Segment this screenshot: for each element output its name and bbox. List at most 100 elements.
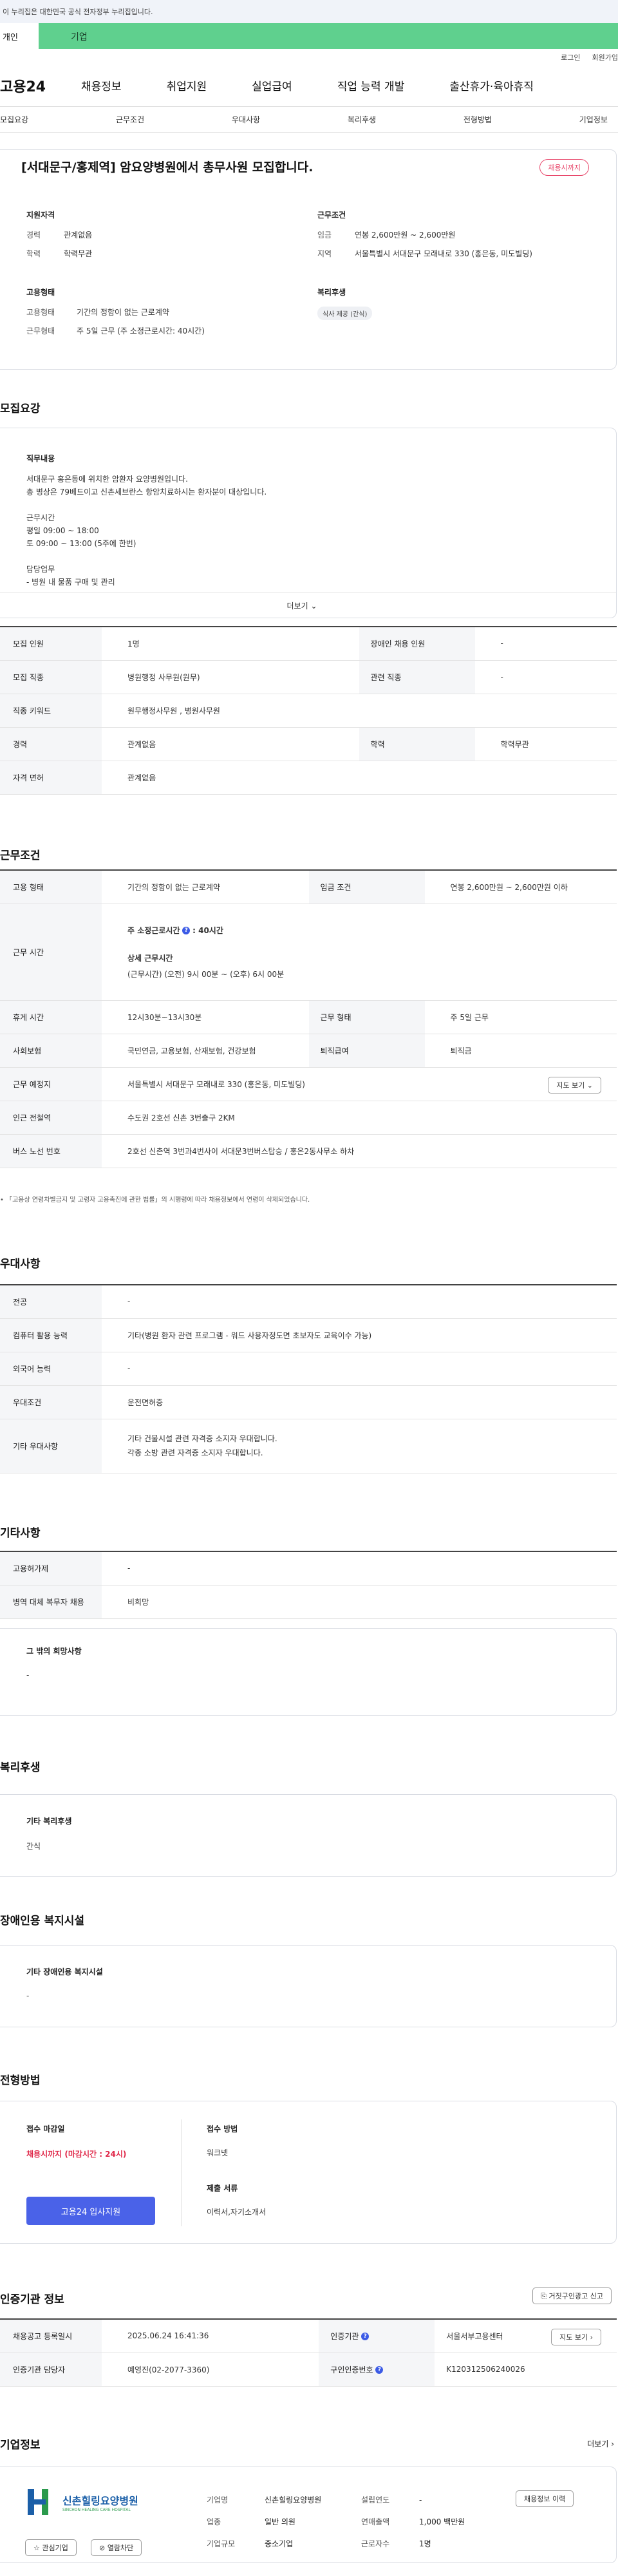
docs-value: 이력서,자기소개서	[207, 2208, 267, 2217]
cond-employment-type-value: 기간의 정함이 없는 근로계약	[102, 870, 309, 904]
gnb-item-skills[interactable]: 직업 능력 개발	[337, 77, 405, 93]
recruit-info-table: 모집 인원 1명 장애인 채용 인원 - 모집 직종 병원행정 사무원(원무) 관련 …	[0, 626, 617, 795]
star-icon: ☆	[33, 2544, 40, 2552]
report-button[interactable]: ⎘ 거짓구인광고 신고	[532, 2287, 612, 2304]
disabled-headcount-value: -	[474, 627, 617, 661]
welfare-label: 기타 복리후생	[26, 1817, 72, 1826]
info-icon[interactable]: ?	[182, 927, 191, 934]
preference-section-title: 우대사항	[0, 1258, 41, 1271]
favorite-label: 관심기업	[42, 2544, 68, 2552]
employment-type-key: 고용형태	[26, 308, 55, 317]
etc-table: 고용허가제 - 병역 대체 복무자 채용 비희망	[0, 1551, 617, 1619]
chevron-right-icon: ›	[611, 2439, 614, 2448]
related-job-key: 관련 직종	[359, 660, 475, 694]
job-description-label: 직무내용	[26, 454, 55, 463]
computer-skill-value: 기타(병원 환자 관련 프로그램 - 워드 사용자정도면 초보자도 교육이수 가…	[102, 1318, 617, 1352]
age-law-note: • 「고용상 연령차별금지 및 고령자 고용촉진에 관한 법률」의 시행령에 따…	[0, 1197, 310, 1204]
tab-individual[interactable]: 개인	[0, 23, 39, 49]
logo-name: 신촌힐링요양병원	[62, 2494, 138, 2507]
disability-label: 기타 장애인용 복지시설	[26, 1967, 103, 1976]
work-form-key: 근무형태	[26, 327, 55, 336]
company-logo: 신촌힐링요양병원 SINCHON HEALING CARE HOSPITAL	[25, 2486, 138, 2517]
deadline-badge: 채용시까지	[539, 159, 589, 176]
disability-section-title: 장애인용 복지시설	[0, 1915, 85, 1927]
preferred-cond-key: 우대조건	[0, 1385, 102, 1419]
company-size-value: 중소기업	[265, 2539, 294, 2548]
site-logo[interactable]: 고용24	[0, 75, 81, 96]
logo-sub: SINCHON HEALING CARE HOSPITAL	[62, 2507, 131, 2512]
other-wishes-card: 그 밖의 희망사항 -	[0, 1628, 617, 1716]
section-nav-selection[interactable]: 전형방법	[464, 114, 492, 125]
section-nav: 모집요강 근무조건 우대사항 복리후생 전형방법 기업정보	[0, 107, 618, 133]
computer-skill-key: 컴퓨터 활용 능력	[0, 1318, 102, 1352]
block-view-button[interactable]: ⊘ 열람차단	[91, 2539, 142, 2556]
login-link[interactable]: 로그인	[561, 52, 580, 64]
region-value: 서울특별시 서대문구 모래내로 330 (홍은동, 미도빌딩)	[355, 249, 532, 258]
apply-button[interactable]: 고용24 입사지원	[26, 2197, 155, 2225]
language-value: -	[102, 1352, 617, 1386]
region-key: 지역	[317, 249, 332, 258]
map-view-button[interactable]: 지도 보기 ⌄	[548, 1076, 601, 1094]
wage-value: 연봉 2,600만원 ~ 2,600만원	[355, 231, 456, 240]
job-history-button[interactable]: 채용정보 이력	[516, 2490, 574, 2507]
license-key: 자격 면허	[0, 761, 102, 795]
global-nav: 고용24 채용정보 취업지원 실업급여 직업 능력 개발 출산휴가·육아휴직	[0, 64, 618, 107]
conditions-section-title: 근무조건	[0, 849, 41, 862]
info-icon[interactable]: ?	[361, 2333, 370, 2341]
section-nav-welfare[interactable]: 복리후생	[348, 114, 376, 125]
other-wishes-value: -	[26, 1671, 30, 1680]
license-value: 관계없음	[102, 761, 617, 795]
agency-section-title: 인증기관 정보	[0, 2293, 64, 2306]
gnb-item-jobs[interactable]: 채용정보	[81, 77, 122, 93]
welfare-card: 기타 복리후생 간식	[0, 1794, 617, 1877]
industry-key: 업종	[207, 2517, 221, 2526]
favorite-company-button[interactable]: ☆ 관심기업	[25, 2539, 77, 2556]
preferred-cond-value: 운전면허증	[102, 1385, 617, 1419]
job-description-text: 서대문구 홍은동에 위치한 암환자 요양병원입니다. 총 병상은 79베드이고 …	[26, 475, 267, 587]
career-value: 관계없음	[64, 231, 93, 240]
map-view-label: 지도 보기	[556, 1081, 585, 1090]
employment-heading: 고용형태	[26, 288, 55, 297]
agency-person-value: 예영진(02-2077-3360)	[102, 2353, 319, 2387]
disability-value: -	[26, 1991, 30, 2000]
company-more-label: 더보기	[587, 2439, 609, 2448]
info-icon[interactable]: ?	[375, 2366, 384, 2374]
company-more-link[interactable]: 더보기 ›	[587, 2438, 614, 2449]
block-label: 열람차단	[107, 2544, 134, 2552]
gnb-item-leave[interactable]: 출산휴가·육아휴직	[449, 77, 534, 93]
chevron-down-icon: ⌄	[310, 601, 317, 611]
job-keyword-value: 원무행정사무원 , 병원사무원	[102, 694, 617, 728]
job-category-value: 병원행정 사무원(원무)	[102, 660, 359, 694]
util-links: 로그인 회원가입	[0, 49, 618, 64]
etc-section-title: 기타사항	[0, 1527, 41, 1540]
career-key: 경력	[26, 231, 41, 240]
job-summary-card: [서대문구/홍제역] 암요양병원에서 총무사원 모집합니다. 채용시까지 지원자…	[0, 149, 617, 370]
workplace-cell: 서울특별시 서대문구 모래내로 330 (홍은동, 미도빌딩) 지도 보기 ⌄	[102, 1067, 617, 1101]
company-size-key: 기업규모	[207, 2539, 236, 2548]
gnb-item-unemployment[interactable]: 실업급여	[252, 77, 292, 93]
insurance-value: 국민연금, 고용보험, 산재보험, 건강보험	[102, 1034, 309, 1068]
company-name-key: 기업명	[207, 2496, 229, 2505]
education-req-key: 학력	[359, 727, 475, 761]
major-key: 전공	[0, 1285, 102, 1319]
tab-business[interactable]: 기업	[39, 23, 618, 49]
work-hours-key: 근무 시간	[0, 904, 102, 1001]
work-form-value: 주 5일 근무 (주 소정근로시간: 40시간)	[77, 327, 205, 336]
section-nav-preference[interactable]: 우대사항	[232, 114, 260, 125]
disability-card: 기타 장애인용 복지시설 -	[0, 1945, 617, 2027]
company-info-right: 설립연도 - 연매출액 1,000 백만원 근로자수 1명	[361, 2489, 465, 2555]
gnb-item-employment-support[interactable]: 취업지원	[167, 77, 207, 93]
section-nav-company[interactable]: 기업정보	[579, 114, 608, 125]
agency-map-button[interactable]: 지도 보기 ›	[551, 2329, 601, 2345]
welfare-section-title: 복리후생	[0, 1761, 41, 1774]
section-nav-conditions[interactable]: 근무조건	[116, 114, 144, 125]
sales-value: 1,000 백만원	[419, 2517, 465, 2526]
expand-more-button[interactable]: 더보기 ⌄	[0, 592, 616, 618]
founded-key: 설립연도	[361, 2496, 390, 2505]
selection-divider	[181, 2119, 182, 2226]
industry-value: 일반 의원	[265, 2517, 295, 2526]
agency-key: 인증기관 ?	[319, 2319, 435, 2353]
cond-wage-value: 연봉 2,600만원 ~ 2,600만원 이하	[424, 870, 617, 904]
section-nav-recruit[interactable]: 모집요강	[0, 114, 28, 125]
join-link[interactable]: 회원가입	[592, 52, 618, 64]
